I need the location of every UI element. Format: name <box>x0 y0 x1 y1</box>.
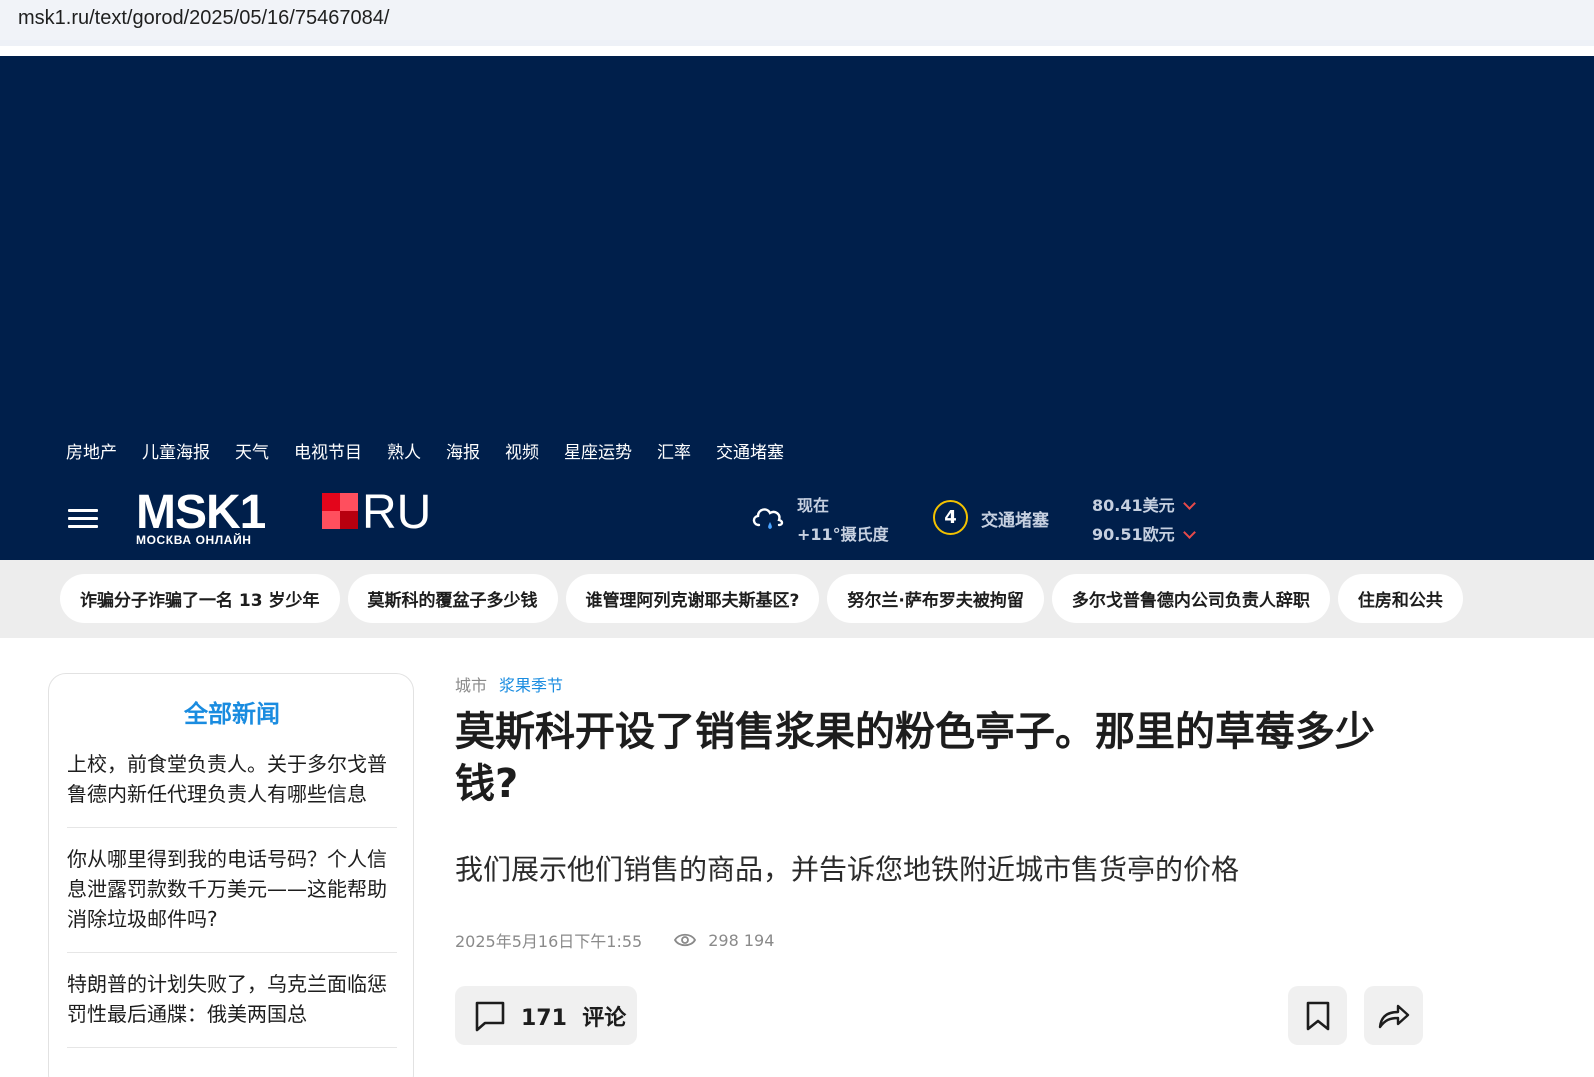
usd-rate: 80.41美元 <box>1092 496 1175 515</box>
nav-item-kids-poster[interactable]: 儿童海报 <box>142 438 210 463</box>
bookmark-button[interactable] <box>1288 986 1347 1045</box>
comments-count: 171 评论 <box>521 1005 627 1031</box>
trending-bar: 诈骗分子诈骗了一名 13 岁少年 莫斯科的覆盆子多少钱 谁管理阿列克谢耶夫斯基区… <box>0 560 1594 638</box>
breadcrumb: 城市 浆果季节 <box>455 672 563 696</box>
share-arrow-icon <box>1378 1004 1409 1028</box>
top-nav: 房地产 儿童海报 天气 电视节目 熟人 海报 视频 星座运势 汇率 交通堵塞 <box>66 438 784 463</box>
sidebar-title[interactable]: 全部新闻 <box>49 694 415 729</box>
share-button[interactable] <box>1364 986 1423 1045</box>
view-count: 298 194 <box>708 930 775 950</box>
logo-main: MSK1 <box>136 486 266 539</box>
hamburger-menu-icon[interactable] <box>68 507 100 531</box>
site-logo[interactable]: MSK1 RU МОСКВА ОНЛАЙН <box>136 486 446 548</box>
nav-item-dating[interactable]: 熟人 <box>387 438 421 463</box>
sidebar-news-item[interactable]: 上校，前食堂负责人。关于多尔戈普鲁德内新任代理负责人有哪些信息 <box>67 749 397 828</box>
site-header <box>0 56 1594 560</box>
nav-item-weather[interactable]: 天气 <box>235 438 269 463</box>
breadcrumb-city[interactable]: 城市 <box>455 672 487 696</box>
eye-icon <box>674 933 697 947</box>
trending-item[interactable]: 诈骗分子诈骗了一名 13 岁少年 <box>60 574 340 623</box>
nav-item-traffic[interactable]: 交通堵塞 <box>716 438 784 463</box>
bookmark-icon <box>1306 1001 1329 1030</box>
sidebar-news-item[interactable]: 特朗普的计划失败了，乌克兰面临惩罚性最后通牒：俄美两国总 <box>67 969 397 1048</box>
chevron-down-icon <box>1182 496 1196 510</box>
nav-item-real-estate[interactable]: 房地产 <box>66 438 117 463</box>
url-text[interactable]: msk1.ru/text/gorod/2025/05/16/75467084/ <box>18 7 389 30</box>
logo-subtitle: МОСКВА ОНЛАЙН <box>136 533 252 547</box>
trending-item[interactable]: 努尔兰·萨布罗夫被拘留 <box>827 574 1044 623</box>
weather-widget[interactable]: 现在 +11°摄氏度 <box>797 491 889 549</box>
traffic-level-badge[interactable]: 4 <box>933 500 968 535</box>
nav-item-video[interactable]: 视频 <box>505 438 539 463</box>
breadcrumb-berry-season[interactable]: 浆果季节 <box>499 672 563 696</box>
trending-item[interactable]: 住房和公共 <box>1337 574 1463 623</box>
browser-address-bar: msk1.ru/text/gorod/2025/05/16/75467084/ <box>0 0 1594 46</box>
article-meta: 2025年5月16日下午1:55 298 194 <box>455 928 774 952</box>
publish-date: 2025年5月16日下午1:55 <box>455 932 643 951</box>
nav-item-tv-schedule[interactable]: 电视节目 <box>294 438 362 463</box>
weather-temperature: +11°摄氏度 <box>797 525 889 544</box>
currency-rates[interactable]: 80.41美元 90.51欧元 <box>1092 491 1196 549</box>
sidebar-news-item[interactable]: 你从哪里得到我的电话号码？个人信息泄露罚款数千万美元——这能帮助消除垃圾邮件吗? <box>67 844 397 953</box>
eur-rate: 90.51欧元 <box>1092 525 1175 544</box>
weather-now-label: 现在 <box>797 496 830 515</box>
article-lead: 我们展示他们销售的商品，并告诉您地铁附近城市售货亭的价格 <box>455 853 1240 886</box>
trending-item[interactable]: 莫斯科的覆盆子多少钱 <box>347 574 558 623</box>
nav-item-poster[interactable]: 海报 <box>446 438 480 463</box>
trending-item[interactable]: 多尔戈普鲁德内公司负责人辞职 <box>1051 574 1330 623</box>
traffic-label[interactable]: 交通堵塞 <box>981 506 1049 531</box>
trending-item[interactable]: 谁管理阿列克谢耶夫斯基区? <box>565 574 820 623</box>
chevron-down-icon <box>1182 525 1196 539</box>
toolbar-gap <box>0 46 1594 56</box>
cloud-rain-icon[interactable] <box>750 503 786 533</box>
comment-bubble-icon <box>475 1001 505 1031</box>
nav-item-horoscope[interactable]: 星座运势 <box>564 438 632 463</box>
nav-item-rates[interactable]: 汇率 <box>657 438 691 463</box>
article-headline: 莫斯科开设了销售浆果的粉色亭子。那里的草莓多少钱? <box>455 709 1375 807</box>
logo-tld: RU <box>362 486 432 539</box>
logo-square-icon <box>322 493 358 529</box>
comments-button[interactable]: 171 评论 <box>455 986 637 1045</box>
all-news-sidebar: 全部新闻 上校，前食堂负责人。关于多尔戈普鲁德内新任代理负责人有哪些信息 你从哪… <box>48 673 414 1077</box>
